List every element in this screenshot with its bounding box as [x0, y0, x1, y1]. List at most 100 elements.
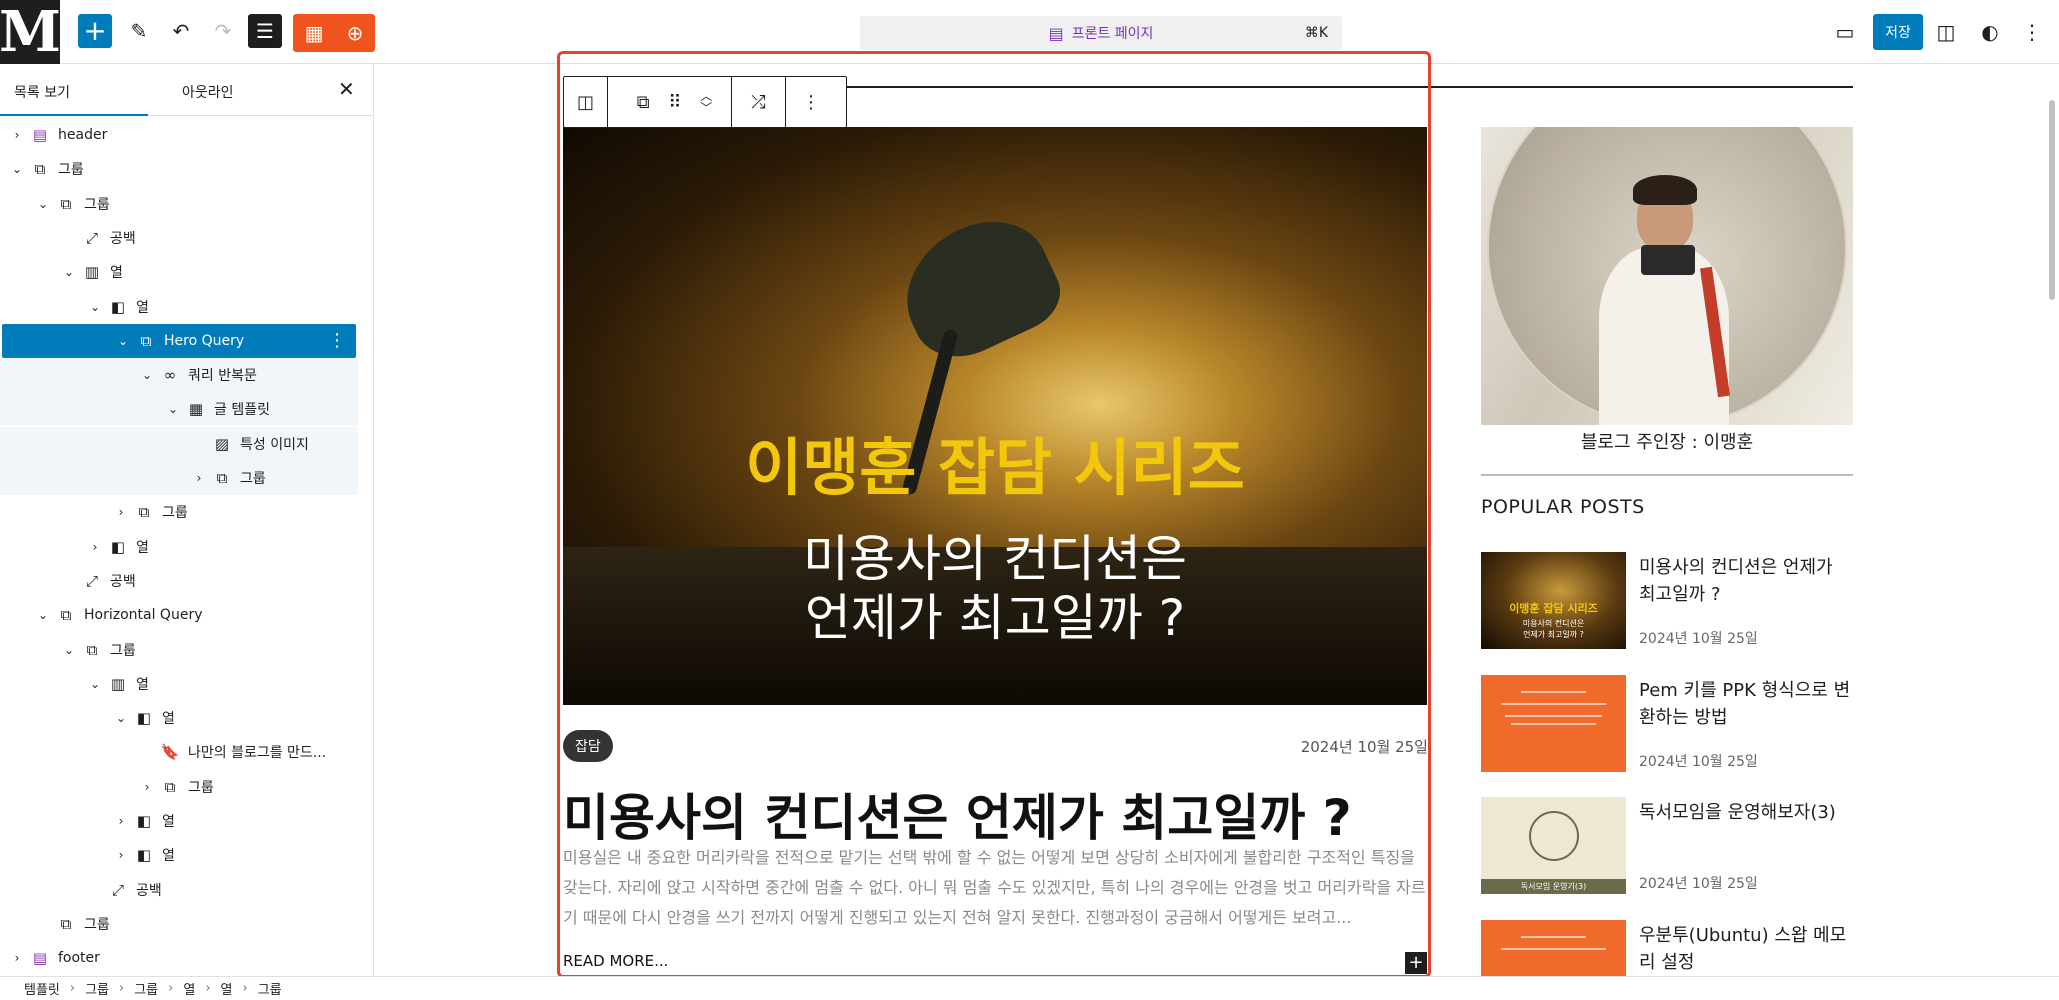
shuffle-icon[interactable]: ⤮	[732, 77, 786, 127]
breadcrumb-item[interactable]: 템플릿	[24, 979, 60, 998]
pencil-tool-icon[interactable]: ✎	[122, 14, 156, 48]
chevron-right-icon[interactable]: ›	[114, 814, 128, 828]
tab-list-view[interactable]: 목록 보기	[0, 82, 148, 116]
breadcrumb-item[interactable]: 열	[221, 979, 233, 998]
tree-row[interactable]: ⧉ 그룹	[0, 907, 358, 941]
chevron-down-icon[interactable]: ⌄	[10, 162, 24, 176]
tree-row[interactable]: › ⧉ 그룹	[0, 770, 358, 804]
tree-row[interactable]: 🔖 나만의 블로그를 만드...	[0, 735, 358, 769]
settings-panel-icon[interactable]: ◫	[1932, 18, 1960, 46]
post-thumbnail[interactable]	[1481, 675, 1626, 772]
thumb-subtitle-line1: 미용사의 컨디션은	[1522, 619, 1585, 628]
chevron-down-icon[interactable]: ⌄	[166, 402, 180, 416]
popular-post-title[interactable]: 미용사의 컨디션은 언제가 최고일까 ?	[1639, 554, 1853, 608]
document-overview-icon[interactable]: ☰	[248, 14, 282, 48]
chevron-down-icon[interactable]: ⌄	[116, 334, 130, 348]
more-options-icon[interactable]: ⋮	[2018, 18, 2046, 46]
breadcrumb-item[interactable]: 그룹	[134, 979, 158, 998]
plugin-button[interactable]: ▦ ⊕	[293, 14, 375, 52]
popular-post-title[interactable]: 우분투(Ubuntu) 스왑 메모리 설정	[1639, 922, 1853, 976]
post-thumbnail[interactable]: 이맹훈 잡담 시리즈 미용사의 컨디션은 언제가 최고일까 ?	[1481, 552, 1626, 649]
chevron-right-icon[interactable]: ›	[140, 780, 154, 794]
move-up-down-icon[interactable]: ︿ ﹀	[700, 90, 712, 114]
tree-row-label: 열	[162, 711, 175, 728]
device-preview-icon[interactable]: ▭	[1831, 18, 1859, 46]
tree-row[interactable]: ⌄ ⧉ 그룹	[0, 633, 358, 667]
block-type-icon[interactable]: ◫	[564, 77, 608, 127]
chevron-down-icon[interactable]: ⌄	[62, 643, 76, 657]
tree-row[interactable]: ⌄ ⧉ 그룹	[0, 152, 358, 186]
tree-row-label: footer	[58, 950, 100, 967]
undo-icon[interactable]: ↶	[164, 14, 198, 48]
copy-block-icon[interactable]: ⧉	[637, 92, 650, 113]
chevron-down-icon[interactable]: ⌄	[36, 608, 50, 622]
profile-image	[1481, 127, 1853, 425]
redo-icon[interactable]: ↷	[206, 14, 240, 48]
chevron-right-icon[interactable]: ›	[10, 951, 24, 965]
close-icon[interactable]: ✕	[338, 77, 355, 101]
group-icon: ⧉	[60, 914, 72, 933]
command-label: 프론트 페이지	[1071, 26, 1154, 42]
chevron-right-icon[interactable]: ›	[192, 471, 206, 485]
tree-row[interactable]: ⌄ ⧉ Hero Query ⋮	[2, 323, 356, 358]
tree-row[interactable]: › ▤ header	[0, 118, 358, 152]
spacer-icon: ⤢	[85, 571, 98, 590]
add-block-button[interactable]: +	[78, 14, 112, 48]
breadcrumb-item[interactable]: 그룹	[85, 979, 109, 998]
popular-post-item[interactable]: 독서모임 운영기(3) 독서모임을 운영해보자(3) 2024년 10월 25일	[1481, 797, 1853, 897]
tree-row[interactable]: › ▤ footer	[0, 941, 358, 975]
tree-row[interactable]: ⌄ ▦ 글 템플릿	[0, 392, 358, 427]
chevron-right-icon[interactable]: ›	[114, 848, 128, 862]
post-thumbnail[interactable]: 독서모임 운영기(3)	[1481, 797, 1626, 894]
popular-post-item[interactable]: 이맹훈 잡담 시리즈 미용사의 컨디션은 언제가 최고일까 ? 미용사의 컨디션…	[1481, 552, 1853, 652]
styles-icon[interactable]: ◐	[1976, 18, 2004, 46]
tree-row[interactable]: › ◧ 열	[0, 804, 358, 838]
tree-row[interactable]: ⌄ ▥ 열	[0, 255, 358, 289]
popular-post-item[interactable]: Pem 키를 PPK 형식으로 변환하는 방법 2024년 10월 25일	[1481, 675, 1853, 775]
popular-post-item[interactable]: 우분투(Ubuntu) 스왑 메모리 설정	[1481, 920, 1853, 976]
chevron-down-icon[interactable]: ⌄	[36, 197, 50, 211]
save-button[interactable]: 저장	[1873, 14, 1923, 50]
chevron-down-icon[interactable]: ⌄	[140, 368, 154, 382]
chevron-down-icon[interactable]: ⌄	[88, 677, 102, 691]
tree-row[interactable]: › ◧ 열	[0, 838, 358, 872]
chevron-right-icon[interactable]: ›	[10, 128, 24, 142]
popular-post-title[interactable]: 독서모임을 운영해보자(3)	[1639, 799, 1853, 826]
tree-row[interactable]: › ◧ 열	[0, 530, 358, 564]
chevron-right-icon[interactable]: ›	[88, 540, 102, 554]
tree-row[interactable]: ⤢ 공백	[0, 873, 358, 907]
command-palette-button[interactable]: ▤ 프론트 페이지 ⌘K	[860, 16, 1342, 50]
site-logo[interactable]: M	[0, 0, 61, 65]
chevron-down-icon[interactable]: ⌄	[62, 265, 76, 279]
tree-row[interactable]: › ⧉ 그룹	[0, 495, 358, 529]
group-icon: ⧉	[60, 194, 72, 213]
breadcrumb-item[interactable]: 열	[183, 979, 195, 998]
tree-row[interactable]: ⌄ ⧉ 그룹	[0, 187, 358, 221]
sidebar-tabs: 목록 보기 아웃라인 ✕	[0, 64, 373, 116]
tree-row[interactable]: ⤢ 공백	[0, 564, 358, 598]
profile-caption: 블로그 주인장 : 이맹훈	[1580, 432, 1754, 453]
chevron-down-icon[interactable]: ⌄	[88, 300, 102, 314]
tree-row[interactable]: ⌄ ◧ 열	[0, 290, 358, 324]
tree-row[interactable]: ⌄ ▥ 열	[0, 667, 358, 701]
chevron-down-icon[interactable]: ⌄	[114, 711, 128, 725]
tree-row[interactable]: ⌄ ◧ 열	[0, 701, 358, 735]
tree-row[interactable]: › ⧉ 그룹	[0, 461, 358, 495]
tree-row[interactable]: ⌄ ⧉ Horizontal Query	[0, 598, 358, 632]
tab-outline[interactable]: 아웃라인	[182, 82, 234, 102]
popular-post-title[interactable]: Pem 키를 PPK 형식으로 변환하는 방법	[1639, 677, 1853, 731]
canvas-scrollbar[interactable]	[2049, 100, 2055, 300]
tree-row[interactable]: ▨ 특성 이미지	[0, 426, 358, 461]
drag-handle-icon[interactable]: ⠿	[668, 92, 681, 113]
tree-row-label: 그룹	[110, 642, 136, 659]
breadcrumb-item[interactable]: 그룹	[258, 979, 282, 998]
tree-row[interactable]: ⤢ 공백	[0, 221, 358, 255]
tree-row[interactable]: ⌄ ∞ 쿼리 반복문	[0, 358, 358, 393]
chevron-right-icon[interactable]: ›	[114, 505, 128, 519]
plus-circle-icon: ⊕	[346, 21, 364, 45]
block-options-icon[interactable]: ⋮	[786, 77, 836, 127]
tree-row-label: 그룹	[84, 916, 110, 933]
thumb-subtitle: 미용사의 컨디션은 언제가 최고일까 ?	[1481, 618, 1626, 640]
row-options-icon[interactable]: ⋮	[328, 330, 346, 351]
post-thumbnail[interactable]	[1481, 920, 1626, 976]
